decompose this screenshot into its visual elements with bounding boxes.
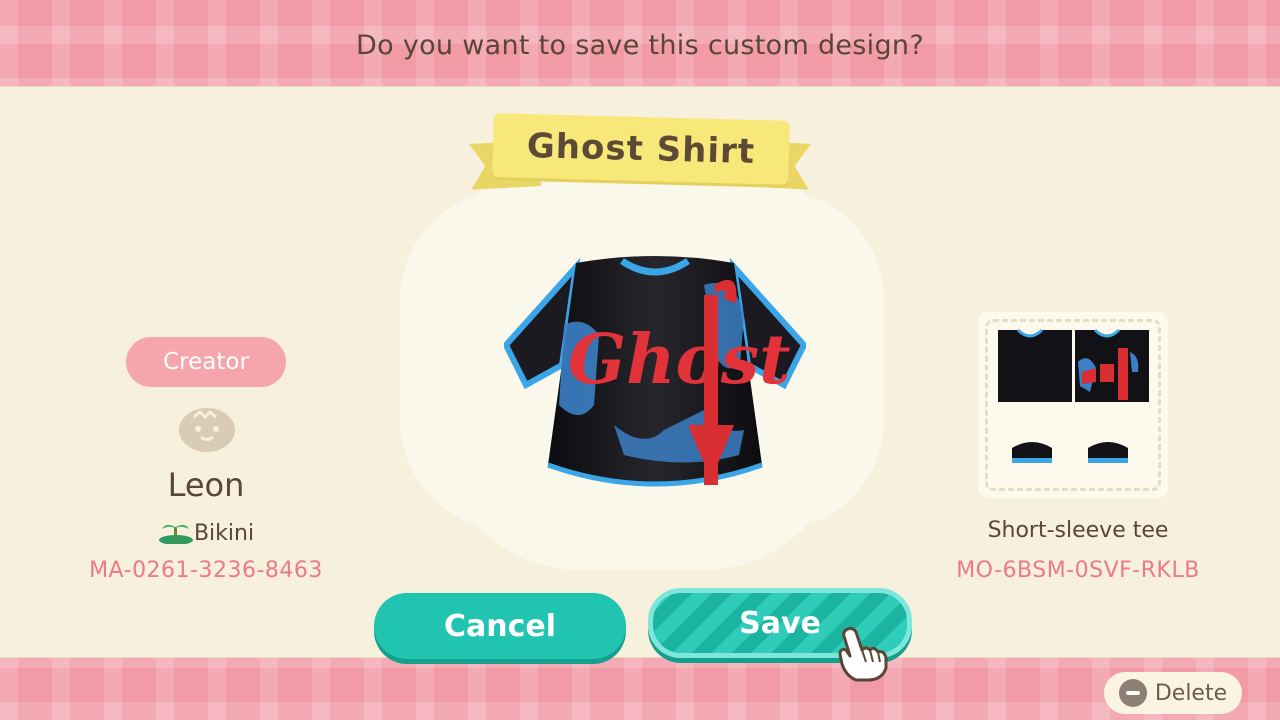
design-title-ribbon: Ghost Shirt xyxy=(492,113,790,185)
question-prompt: Do you want to save this custom design? xyxy=(356,30,924,61)
island-palm-icon xyxy=(158,524,193,544)
pointing-hand-icon xyxy=(838,626,888,682)
creator-label: Creator xyxy=(126,337,286,387)
design-id: MO-6BSM-0SVF-RKLB xyxy=(956,558,1200,583)
island-name: Bikini xyxy=(193,521,255,546)
creator-name: Leon xyxy=(167,466,245,504)
creator-island: Bikini xyxy=(90,518,322,546)
minus-button-icon xyxy=(1118,679,1147,707)
villager-face-icon xyxy=(179,408,235,452)
pattern-preview-card xyxy=(978,312,1168,498)
delete-label: Delete xyxy=(1154,680,1228,706)
pattern-layout-thumbnail xyxy=(998,328,1149,463)
creator-id: MA-0261-3236-8463 xyxy=(89,558,323,583)
design-title: Ghost Shirt xyxy=(526,126,756,172)
delete-button[interactable]: Delete xyxy=(1104,672,1242,714)
cancel-button[interactable]: Cancel xyxy=(374,593,626,659)
shirt-logo-text: Ghost xyxy=(568,320,791,400)
design-type: Short-sleeve tee xyxy=(987,518,1169,543)
shirt-3d-preview: Ghost xyxy=(504,256,806,487)
